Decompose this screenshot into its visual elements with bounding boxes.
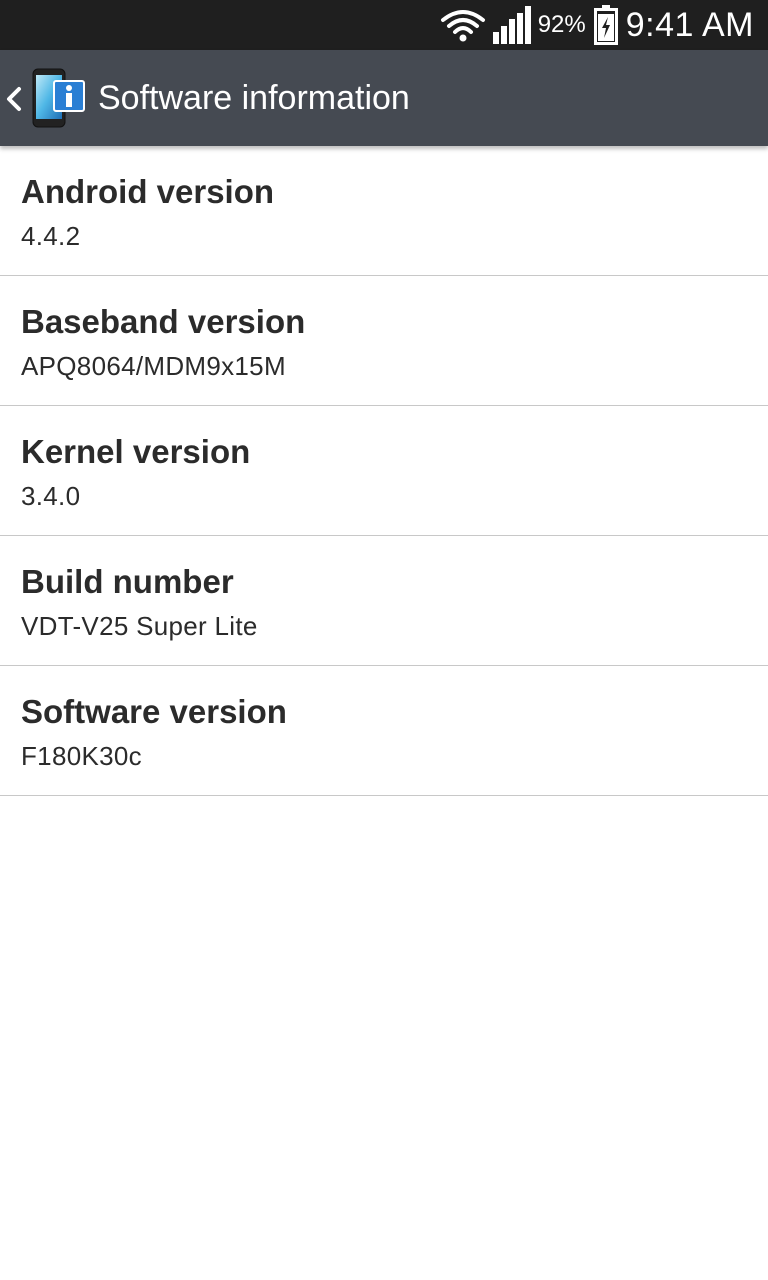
item-title: Android version [21,173,275,210]
page-title: Software information [98,79,410,117]
back-button[interactable] [0,50,90,146]
item-value: 3.4.0 [21,481,81,511]
action-bar: Software information [0,50,768,146]
list-item-android-version[interactable]: Android version 4.4.2 [0,146,768,276]
info-list: Android version 4.4.2 Baseband version A… [0,146,768,796]
status-bar: 92% 9:41 AM [0,0,768,51]
item-title: Kernel version [21,433,251,470]
item-value: APQ8064/MDM9x15M [21,351,286,381]
battery-percent: 92% [537,11,586,38]
chevron-left-icon [7,87,21,111]
list-item-baseband-version[interactable]: Baseband version APQ8064/MDM9x15M [0,276,768,406]
clock: 9:41 AM [625,5,754,44]
item-value: VDT-V25 Super Lite [21,611,258,641]
list-item-build-number[interactable]: Build number VDT-V25 Super Lite [0,536,768,666]
item-title: Software version [21,693,287,730]
status-icons: 92% 9:41 AM [440,0,754,50]
list-item-software-version[interactable]: Software version F180K30c [0,666,768,796]
item-title: Baseband version [21,303,306,340]
screen: 92% 9:41 AM Software information Android… [0,0,768,1280]
item-value: F180K30c [21,741,142,771]
software-info-icon [32,68,85,128]
wifi-icon [440,10,485,42]
signal-icon [492,6,531,44]
list-item-kernel-version[interactable]: Kernel version 3.4.0 [0,406,768,536]
item-title: Build number [21,563,234,600]
battery-charging-icon [593,5,618,45]
item-value: 4.4.2 [21,221,81,251]
